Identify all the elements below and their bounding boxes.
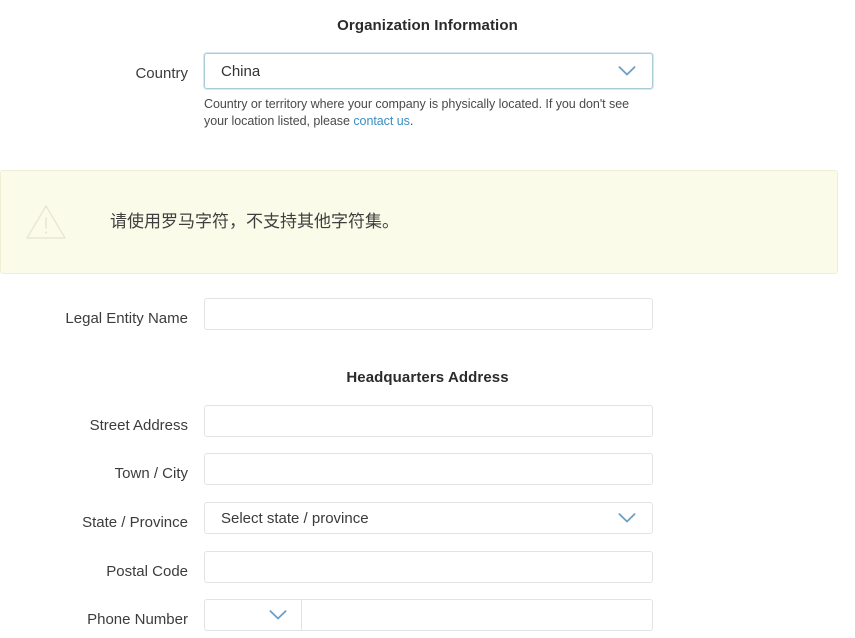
page-title: Organization Information bbox=[337, 17, 518, 34]
country-field-wrap: China bbox=[204, 53, 653, 89]
country-select-value: China bbox=[221, 62, 261, 80]
phone-country-code-select[interactable] bbox=[204, 599, 301, 631]
town-city-field-wrap bbox=[204, 453, 653, 485]
town-city-label: Town / City bbox=[114, 465, 188, 482]
street-address-field-wrap bbox=[204, 405, 653, 437]
warning-triangle-icon bbox=[25, 203, 67, 241]
postal-code-field-wrap bbox=[204, 551, 653, 583]
headquarters-address-heading: Headquarters Address bbox=[346, 369, 509, 386]
field-row-phone-number: Phone Number bbox=[0, 599, 653, 631]
phone-number-field-wrap bbox=[204, 599, 653, 631]
postal-code-input[interactable] bbox=[204, 551, 653, 583]
country-select[interactable]: China bbox=[204, 53, 653, 89]
state-province-label: State / Province bbox=[82, 514, 188, 531]
legal-entity-name-input[interactable] bbox=[204, 298, 653, 330]
country-helper-text-after: . bbox=[409, 114, 414, 128]
street-address-input[interactable] bbox=[204, 405, 653, 437]
chevron-down-icon bbox=[618, 513, 636, 524]
street-address-label: Street Address bbox=[89, 417, 188, 434]
phone-country-code-value bbox=[205, 600, 221, 617]
contact-us-link[interactable]: contact us bbox=[353, 114, 410, 128]
legal-entity-name-field-wrap bbox=[204, 298, 653, 330]
field-row-town-city: Town / City bbox=[0, 453, 653, 485]
state-province-field-wrap: Select state / province bbox=[204, 502, 653, 534]
town-city-input[interactable] bbox=[204, 453, 653, 485]
phone-number-input[interactable] bbox=[301, 599, 653, 631]
chevron-down-icon bbox=[269, 610, 287, 621]
country-helper-text: Country or territory where your company … bbox=[204, 96, 656, 130]
field-row-state-province: State / Province Select state / province bbox=[0, 502, 653, 534]
country-label: Country bbox=[135, 65, 188, 82]
chevron-down-icon bbox=[618, 66, 636, 77]
state-province-select-value: Select state / province bbox=[221, 509, 369, 527]
charset-warning-banner: 请使用罗马字符，不支持其他字符集。 bbox=[0, 170, 838, 274]
state-province-select[interactable]: Select state / province bbox=[204, 502, 653, 534]
field-row-postal-code: Postal Code bbox=[0, 551, 653, 583]
legal-entity-name-label: Legal Entity Name bbox=[65, 310, 188, 327]
country-helper-text-before: Country or territory where your company … bbox=[204, 97, 630, 128]
field-row-legal-entity-name: Legal Entity Name bbox=[0, 298, 653, 330]
charset-warning-message: 请使用罗马字符，不支持其他字符集。 bbox=[110, 212, 399, 232]
organization-information-form: Organization Information Country China C… bbox=[0, 0, 855, 638]
field-row-country: Country China bbox=[0, 53, 653, 89]
postal-code-label: Postal Code bbox=[106, 563, 188, 580]
phone-number-label: Phone Number bbox=[87, 611, 188, 628]
field-row-street-address: Street Address bbox=[0, 405, 653, 437]
